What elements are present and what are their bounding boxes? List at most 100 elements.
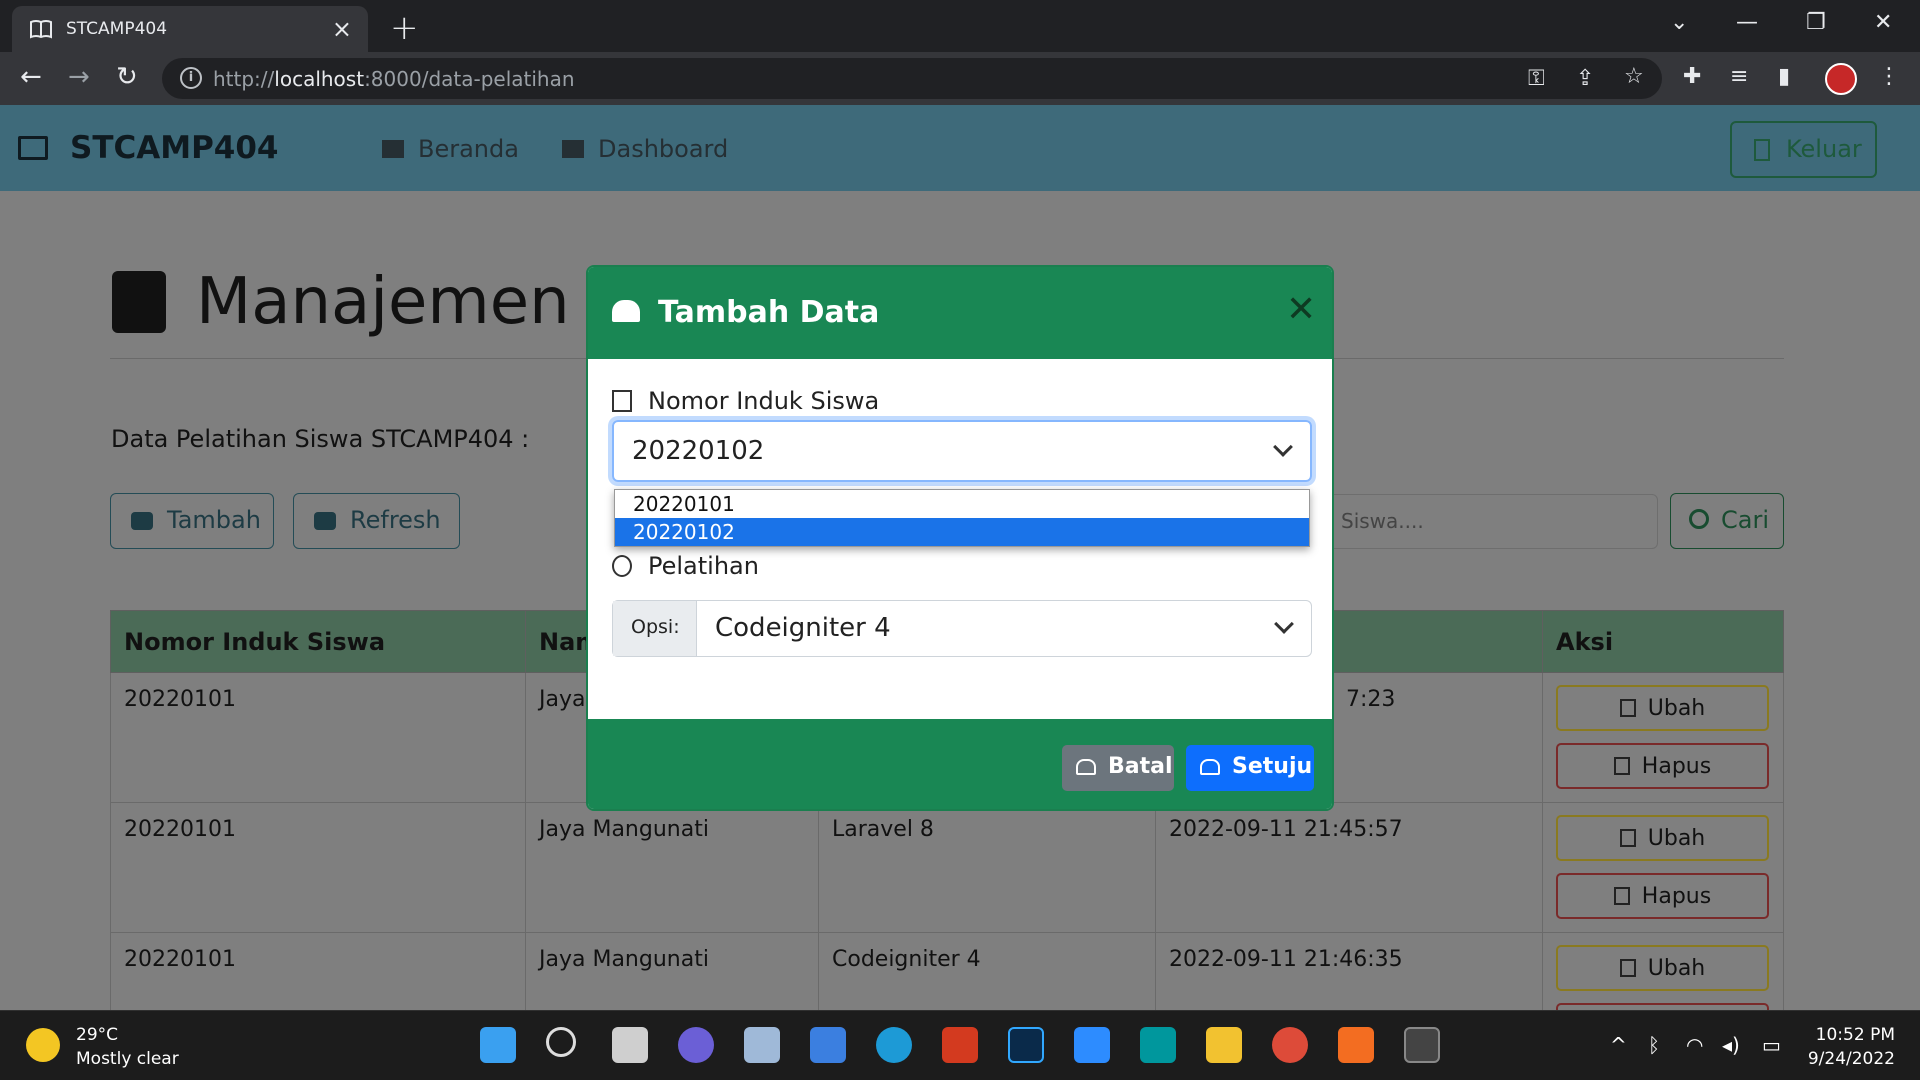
start-icon[interactable] — [480, 1027, 516, 1063]
arduino-icon[interactable] — [1140, 1027, 1176, 1063]
col-aksi: Aksi — [1542, 610, 1784, 673]
share-icon[interactable]: ⇪ — [1576, 66, 1594, 91]
delete-button[interactable]: Hapus — [1556, 1003, 1769, 1010]
battery-icon[interactable]: ▭ — [1762, 1033, 1781, 1057]
pelatihan-label: Pelatihan — [612, 552, 759, 580]
dashboard-icon — [562, 140, 584, 158]
xampp-icon[interactable] — [1338, 1027, 1374, 1063]
chrome-icon[interactable] — [1272, 1027, 1308, 1063]
dropdown-option-selected[interactable]: 20220102 — [615, 518, 1309, 546]
forward-icon[interactable]: → — [68, 62, 90, 92]
reload-icon[interactable]: ↻ — [116, 62, 138, 92]
nis-select[interactable]: 20220102 — [612, 420, 1312, 482]
brand[interactable]: STCAMP404 — [18, 130, 279, 166]
nav-dashboard[interactable]: Dashboard — [562, 135, 728, 163]
recycle-bin-icon[interactable] — [744, 1027, 780, 1063]
app-navbar: STCAMP404 Beranda Dashboard Keluar — [0, 105, 1920, 191]
zoom-icon[interactable] — [1074, 1027, 1110, 1063]
search-button[interactable]: Cari — [1670, 493, 1784, 549]
clock[interactable]: 10:52 PM 9/24/2022 — [1805, 1023, 1895, 1071]
edit-button[interactable]: Ubah — [1556, 685, 1769, 731]
col-nis: Nomor Induk Siswa — [110, 610, 526, 673]
confirm-button[interactable]: Setuju — [1186, 745, 1314, 791]
close-tab-icon[interactable]: × — [332, 15, 352, 43]
menu-icon[interactable]: ⋮ — [1878, 64, 1900, 89]
url-text: http://localhost:8000/data-pelatihan — [213, 67, 575, 91]
cell-nama: Jaya Mangunati — [525, 802, 819, 933]
modal-title: Tambah Data — [658, 295, 880, 330]
book-icon — [30, 20, 52, 39]
delete-button[interactable]: Hapus — [1556, 743, 1769, 789]
logout-button[interactable]: Keluar — [1730, 121, 1877, 178]
chat-icon[interactable] — [678, 1027, 714, 1063]
address-bar[interactable]: i http://localhost:8000/data-pelatihan ⚿… — [162, 58, 1662, 99]
user-check-icon — [1200, 759, 1220, 775]
clock-date: 9/24/2022 — [1807, 1049, 1895, 1069]
trash-icon — [1613, 887, 1630, 905]
search-icon[interactable] — [546, 1027, 576, 1057]
bookmark-star-icon[interactable]: ☆ — [1624, 64, 1644, 89]
profile-avatar[interactable] — [1825, 63, 1857, 95]
nis-label: Nomor Induk Siswa — [612, 387, 879, 415]
volume-icon[interactable]: ◂) — [1722, 1033, 1740, 1057]
weather-widget[interactable]: 29°C Mostly clear — [76, 1023, 179, 1071]
add-data-modal: Tambah Data ✕ Nomor Induk Siswa 20220102… — [586, 265, 1334, 811]
xampp-x-icon[interactable] — [942, 1027, 978, 1063]
extensions-icon[interactable]: ✚ — [1683, 64, 1701, 89]
photoshop-icon[interactable] — [1008, 1027, 1044, 1063]
modal-header: Tambah Data ✕ — [588, 267, 1332, 359]
chevron-down-icon — [1273, 437, 1293, 457]
reading-list-icon[interactable]: ≡ — [1730, 64, 1748, 89]
key-icon[interactable]: ⚿ — [1528, 66, 1545, 91]
page-content: STCAMP404 Beranda Dashboard Keluar Manaj… — [0, 105, 1920, 1010]
cell-aksi: Ubah Hapus — [1542, 932, 1784, 1010]
close-window-icon[interactable]: ✕ — [1874, 10, 1892, 35]
tab-search-icon[interactable]: ⌄ — [1670, 10, 1688, 35]
add-button[interactable]: Tambah — [110, 493, 274, 549]
chevron-down-icon — [1274, 614, 1294, 634]
browser-tabbar: STCAMP404 × + ⌄ — ❐ ✕ — [0, 0, 1920, 52]
edit-button[interactable]: Ubah — [1556, 945, 1769, 991]
new-tab-icon[interactable]: + — [390, 8, 419, 48]
pelatihan-select-group[interactable]: Opsi: Codeigniter 4 — [612, 600, 1312, 657]
chevron-up-icon[interactable]: ^ — [1610, 1033, 1627, 1057]
cell-aksi: Ubah Hapus — [1542, 672, 1784, 803]
table-row: 20220101 Jaya Mangunati Laravel 8 2022-0… — [110, 802, 1784, 933]
close-icon[interactable]: ✕ — [1286, 289, 1316, 330]
bluetooth-icon[interactable]: ᛒ — [1648, 1033, 1660, 1057]
user-x-icon — [1076, 759, 1096, 775]
cell-pelatihan: Codeigniter 4 — [818, 932, 1156, 1010]
cancel-button[interactable]: Batal — [1062, 745, 1174, 791]
book-icon — [18, 136, 48, 160]
refresh-button[interactable]: Refresh — [293, 493, 460, 549]
award-icon — [612, 555, 632, 577]
back-icon[interactable]: ← — [20, 62, 42, 92]
cell-nis: 20220101 — [110, 802, 526, 933]
cloud-app-icon[interactable] — [810, 1027, 846, 1063]
restore-icon[interactable]: ❐ — [1806, 10, 1826, 35]
edge-icon[interactable] — [876, 1027, 912, 1063]
edit-button[interactable]: Ubah — [1556, 815, 1769, 861]
wifi-icon[interactable]: ◠ — [1686, 1033, 1703, 1057]
add-user-icon — [131, 512, 153, 530]
dropdown-option[interactable]: 20220101 — [615, 490, 1309, 518]
delete-button[interactable]: Hapus — [1556, 873, 1769, 919]
browser-tab[interactable]: STCAMP404 × — [12, 6, 368, 52]
clipboard-chart-icon — [112, 271, 166, 333]
tab-title: STCAMP404 — [66, 19, 168, 39]
nav-beranda[interactable]: Beranda — [382, 135, 519, 163]
cell-waktu: 2022-09-11 21:45:57 — [1155, 802, 1543, 933]
terminal-icon[interactable] — [1404, 1027, 1440, 1063]
minimize-icon[interactable]: — — [1736, 10, 1758, 35]
edit-icon — [1619, 959, 1636, 977]
side-panel-icon[interactable]: ▮ — [1778, 64, 1790, 89]
table-row: 20220101 Jaya Mangunati Codeigniter 4 20… — [110, 932, 1784, 1010]
file-explorer-icon[interactable] — [1206, 1027, 1242, 1063]
task-view-icon[interactable] — [612, 1027, 648, 1063]
pelatihan-selected-value: Codeigniter 4 — [715, 613, 891, 643]
search-input[interactable]: Siswa.... — [1325, 494, 1658, 549]
refresh-icon — [314, 512, 336, 530]
add-user-icon — [612, 300, 640, 322]
moon-weather-icon[interactable] — [26, 1028, 60, 1062]
site-info-icon[interactable]: i — [180, 67, 202, 89]
